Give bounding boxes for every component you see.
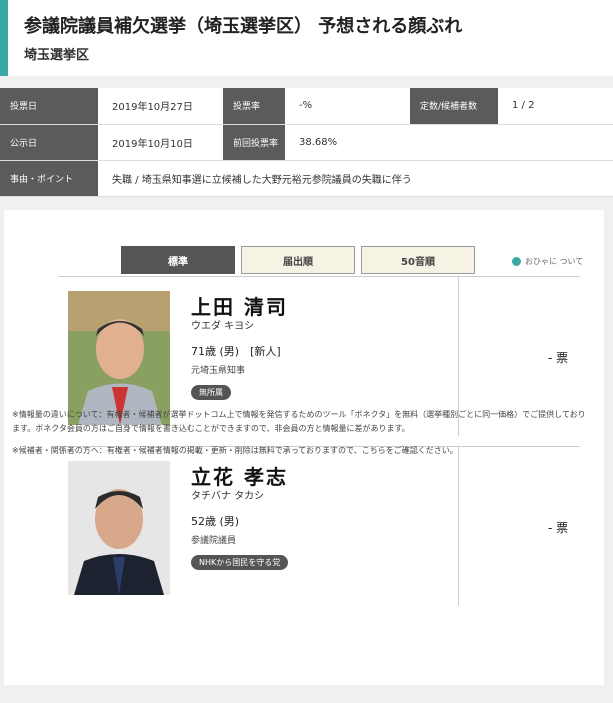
- footnotes: ※情報量の違いについて：有権者・候補者が選挙ドットコム上で情報を発信するためのツ…: [12, 408, 590, 466]
- info-label: 公示日: [0, 124, 98, 161]
- info-value: 2019年10月27日: [98, 88, 223, 125]
- info-value: 38.68%: [285, 124, 410, 161]
- election-info-table: 投票日 2019年10月27日 投票率 -% 定数/候補者数 1 / 2 公示日…: [0, 88, 613, 197]
- vote-count: - 票: [548, 521, 569, 535]
- footnote: ※情報量の違いについて：有権者・候補者が選挙ドットコム上で情報を発信するためのツ…: [12, 410, 586, 433]
- sort-tabs: 標準 届出順 50音順: [121, 246, 475, 274]
- candidate-photo: [68, 291, 170, 425]
- page-header: 参議院議員補欠選挙（埼玉選挙区） 予想される顔ぶれ 埼玉選挙区: [0, 0, 613, 76]
- legend-label: おひゃに ついて: [525, 257, 584, 266]
- candidate-age: 52歳 (男): [191, 515, 240, 528]
- info-value: -%: [285, 88, 410, 125]
- tab-standard[interactable]: 標準: [121, 246, 235, 274]
- candidate-kana: タチバナ タカシ: [191, 491, 265, 502]
- tab-filing-order[interactable]: 届出順: [241, 246, 355, 274]
- info-label: 前回投票率: [223, 124, 285, 161]
- info-icon: [512, 257, 521, 266]
- candidate-role: 参議院議員: [191, 536, 237, 546]
- candidate-status: [新人]: [250, 345, 281, 358]
- info-value: 2019年10月10日: [98, 124, 223, 161]
- info-label: 投票率: [223, 88, 285, 125]
- vote-count: - 票: [548, 351, 569, 365]
- info-label: 投票日: [0, 88, 98, 125]
- page-title: 参議院議員補欠選挙（埼玉選挙区） 予想される顔ぶれ: [24, 16, 463, 37]
- info-value: 失職 / 埼玉県知事選に立候補した大野元裕元参院議員の失職に伴う: [98, 160, 613, 197]
- candidate-kana: ウエダ キヨシ: [191, 321, 255, 332]
- page-subtitle: 埼玉選挙区: [24, 48, 90, 63]
- info-value: 1 / 2: [498, 88, 613, 125]
- candidate-photo: [68, 461, 170, 595]
- party-badge: NHKから国民を守る党: [191, 555, 289, 570]
- legend-link[interactable]: おひゃに ついて: [512, 256, 583, 267]
- party-badge: 無所属: [191, 385, 231, 400]
- candidate-age: 71歳 (男) [新人]: [191, 345, 281, 358]
- candidate-card[interactable]: 立花 孝志 タチバナ タカシ 52歳 (男) 参議院議員 NHKから国民を守る党…: [58, 446, 580, 606]
- info-label: 事由・ポイント: [0, 160, 98, 197]
- footnote: ※候補者・関係者の方へ：有権者・候補者情報の掲載・更新・削除は無料で承っておりま…: [12, 446, 458, 455]
- info-label: 定数/候補者数: [410, 88, 498, 125]
- candidate-role: 元埼玉県知事: [191, 366, 246, 376]
- candidate-name[interactable]: 上田 清司: [191, 291, 288, 320]
- tab-alphabetical[interactable]: 50音順: [361, 246, 475, 274]
